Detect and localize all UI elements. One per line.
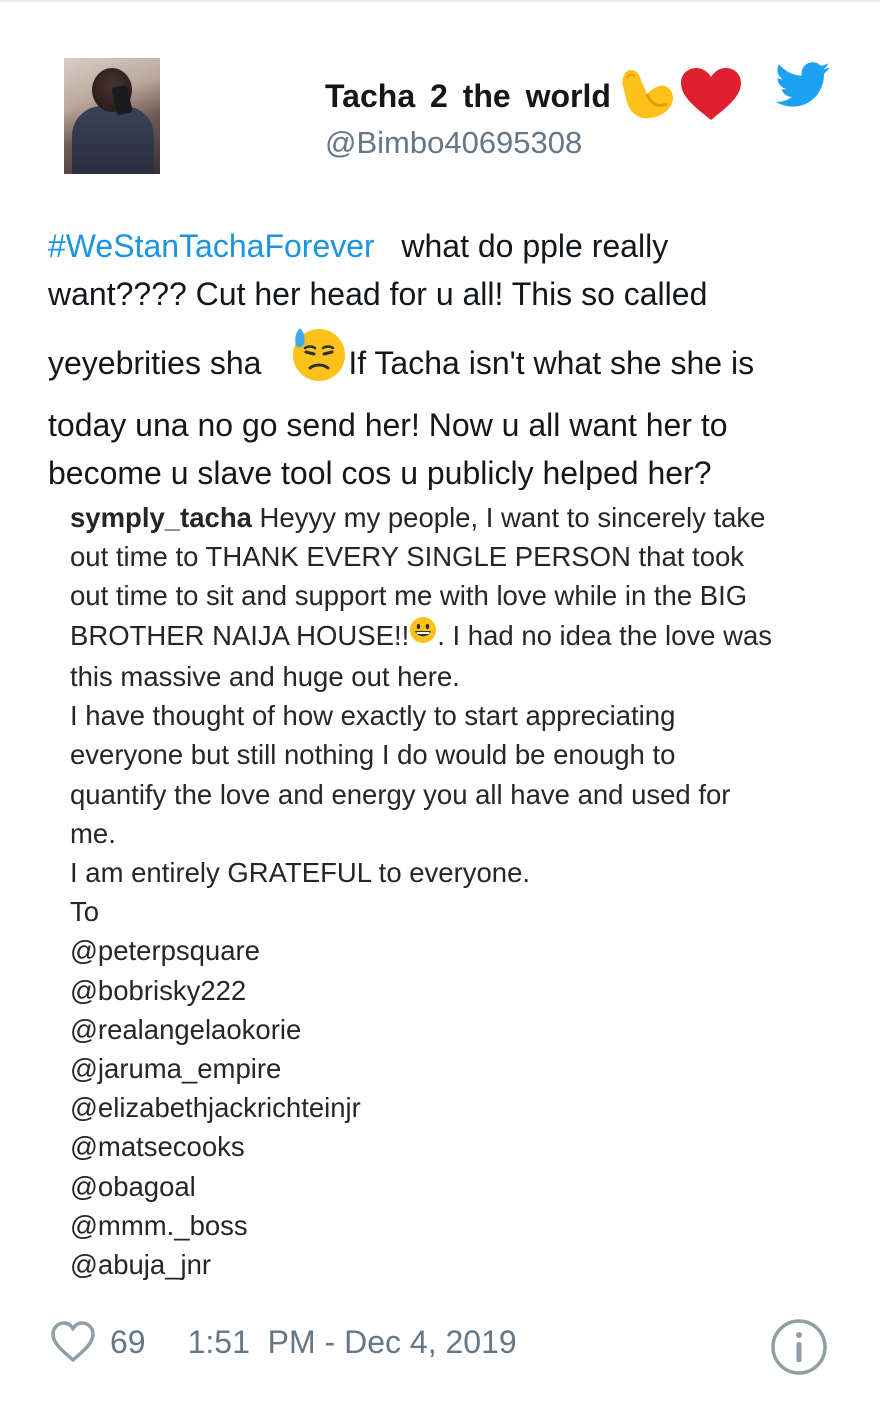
tweet-line: yeyebrities sha If Tacha isn't what she … (48, 328, 848, 401)
hashtag-link[interactable]: #WeStanTachaForever (48, 228, 375, 264)
embedded-post-image[interactable]: symply_tacha Heyyy my people, I want to … (48, 490, 838, 1290)
embedded-username: symply_tacha (70, 502, 252, 533)
author-name-row[interactable]: Tacha 2 the world (325, 67, 743, 120)
downcast-face-with-sweat-icon (290, 324, 348, 395)
embedded-mention: @matsecooks (70, 1131, 245, 1163)
embedded-mention: @peterpsquare (70, 935, 260, 967)
embedded-line: I am entirely GRATEFUL to everyone. (70, 856, 531, 888)
embedded-line: out time to THANK EVERY SINGLE PERSON th… (70, 541, 745, 573)
embedded-mention: @realangelaokorie (70, 1013, 302, 1045)
tweet-text: #WeStanTachaForever what do pple really … (48, 222, 848, 497)
grinning-face-icon (409, 615, 437, 654)
embedded-mention: @obagoal (70, 1170, 196, 1202)
author-handle[interactable]: @Bimbo40695308 (325, 125, 582, 161)
embedded-post-text: symply_tacha Heyyy my people, I want to … (70, 498, 830, 1284)
info-icon[interactable] (770, 1318, 828, 1376)
tweet-line: #WeStanTachaForever what do pple really (48, 228, 669, 264)
embedded-mention: @elizabethjackrichteinjr (70, 1092, 361, 1124)
tweet-footer: 69 1:51 PM - Dec 4, 2019 (50, 1318, 517, 1366)
flexed-biceps-icon (617, 64, 679, 129)
tweet-timestamp[interactable]: 1:51 PM - Dec 4, 2019 (188, 1324, 517, 1361)
tweet-line: want???? Cut her head for u all! This so… (48, 276, 708, 312)
embedded-line: me. (70, 817, 116, 849)
embedded-line: quantify the love and energy you all hav… (70, 778, 731, 810)
like-heart-icon[interactable] (50, 1320, 96, 1364)
embedded-line: I have thought of how exactly to start a… (70, 700, 676, 732)
embedded-mention: @jaruma_empire (70, 1052, 282, 1084)
embedded-line: symply_tacha Heyyy my people, I want to … (70, 502, 766, 533)
embedded-line: everyone but still nothing I do would be… (70, 739, 676, 771)
avatar[interactable] (64, 58, 160, 174)
red-heart-icon (679, 66, 743, 127)
embedded-mention: @bobrisky222 (70, 974, 247, 1006)
embedded-line: this massive and huge out here. (70, 660, 460, 692)
embedded-line: out time to sit and support me with love… (70, 580, 748, 612)
embedded-line: To (70, 896, 100, 928)
top-divider (0, 0, 880, 2)
display-name[interactable]: Tacha 2 the world (325, 78, 611, 115)
embedded-line: BROTHER NAIJA HOUSE!! . I had no idea th… (70, 616, 830, 657)
embedded-mention: @abuja_jnr (70, 1248, 212, 1280)
tweet-line: today una no go send her! Now u all want… (48, 407, 728, 443)
twitter-bird-icon[interactable] (775, 62, 831, 108)
embedded-mention: @mmm._boss (70, 1209, 248, 1241)
like-count[interactable]: 69 (110, 1324, 146, 1361)
